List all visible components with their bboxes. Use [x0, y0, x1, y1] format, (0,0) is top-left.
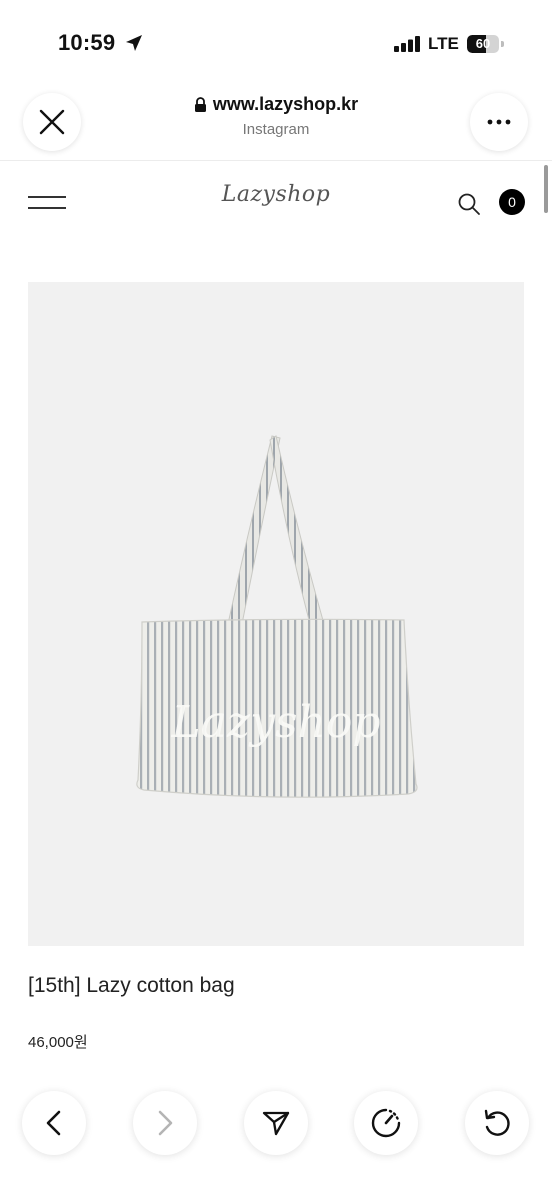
address-bar[interactable]: www.lazyshop.kr Instagram — [150, 94, 402, 138]
close-icon — [39, 109, 65, 135]
more-icon — [487, 119, 511, 125]
status-bar: 10:59 LTE 60 — [0, 0, 552, 80]
chevron-left-icon — [46, 1110, 61, 1136]
send-icon — [262, 1111, 290, 1136]
cart-count-badge[interactable]: 0 — [499, 189, 525, 215]
back-button[interactable] — [22, 1091, 86, 1155]
battery-indicator: 60 — [467, 35, 505, 53]
product-price: 46,000원 — [28, 1034, 88, 1051]
speed-button[interactable] — [354, 1091, 418, 1155]
bag-embroidery-text: Lazyshop — [170, 697, 380, 748]
share-button[interactable] — [244, 1091, 308, 1155]
status-time: 10:59 — [58, 30, 116, 55]
browser-bottom-bar — [0, 1080, 552, 1200]
browser-source: Instagram — [242, 121, 310, 138]
forward-button[interactable] — [133, 1091, 197, 1155]
reload-button[interactable] — [465, 1091, 529, 1155]
battery-level: 60 — [475, 36, 491, 51]
close-button[interactable] — [23, 93, 81, 151]
menu-button[interactable] — [28, 196, 66, 210]
speed-icon — [371, 1108, 401, 1138]
site-header: Lazyshop 0 — [0, 170, 552, 240]
tote-bag-image: Lazyshop — [136, 435, 418, 798]
search-icon[interactable] — [457, 192, 481, 216]
reload-icon — [484, 1109, 510, 1136]
chevron-right-icon — [158, 1110, 173, 1136]
network-type: LTE — [428, 34, 459, 53]
location-arrow-icon — [126, 35, 142, 51]
page-url: www.lazyshop.kr — [212, 94, 359, 114]
more-options-button[interactable] — [470, 93, 528, 151]
product-name: [15th] Lazy cotton bag — [28, 974, 235, 997]
lock-icon — [194, 96, 206, 112]
site-logo[interactable]: Lazyshop — [190, 182, 362, 207]
product-image[interactable]: Lazyshop — [28, 282, 524, 946]
browser-toolbar: www.lazyshop.kr Instagram — [0, 80, 552, 161]
signal-icon — [394, 36, 420, 52]
